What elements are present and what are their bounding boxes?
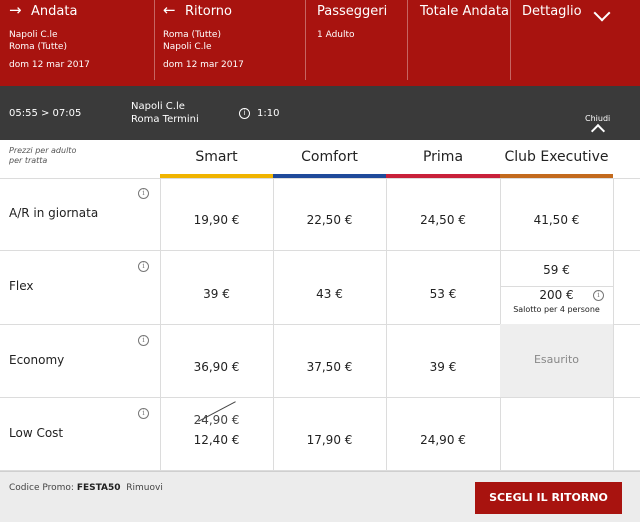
price-cell[interactable]: 36,90 € (160, 360, 273, 374)
train-times: 05:55 > 07:05 (9, 108, 82, 119)
andata-section[interactable]: → Andata Napoli C.le Roma (Tutte) dom 12… (0, 0, 154, 80)
passeggeri-section[interactable]: Passeggeri 1 Adulto (306, 0, 407, 80)
train-summary-bar: 05:55 > 07:05 Napoli C.le Roma Termini 1… (0, 86, 640, 140)
price-note-line1: Prezzi per adulto (9, 146, 77, 155)
price-cell[interactable]: 41,50 € (500, 213, 613, 227)
col-divider (613, 178, 614, 471)
row-label-flex: Flex (9, 279, 34, 293)
close-label[interactable]: Chiudi (585, 114, 610, 123)
ritorno-section[interactable]: ← Ritorno Roma (Tutte) Napoli C.le dom 1… (155, 0, 305, 80)
passeggeri-title: Passeggeri (317, 4, 388, 19)
old-price: 24,90 € (193, 413, 240, 427)
price-cell[interactable]: 17,90 € (273, 433, 386, 447)
info-icon[interactable]: i (138, 335, 149, 346)
ritorno-date: dom 12 mar 2017 (163, 60, 244, 70)
arrow-left-icon: ← (163, 1, 176, 19)
column-smart[interactable]: Smart (160, 140, 273, 174)
price-cell[interactable]: 24,90 € (386, 433, 500, 447)
arrow-right-icon: → (9, 1, 22, 19)
row-label-low-cost: Low Cost (9, 426, 64, 440)
scegli-ritorno-button[interactable]: SCEGLI IL RITORNO (475, 482, 622, 514)
price-cell[interactable]: 43 € (273, 287, 386, 301)
info-icon[interactable]: i (593, 290, 604, 301)
train-duration: 1:10 (257, 108, 280, 119)
andata-to: Roma (Tutte) (9, 42, 67, 52)
price-cell[interactable]: 37,50 € (273, 360, 386, 374)
column-comfort[interactable]: Comfort (273, 140, 386, 174)
price-note-line2: per tratta (9, 156, 48, 165)
totale-title: Totale Andata (420, 4, 509, 19)
price-cell[interactable]: 59 € (500, 263, 613, 277)
column-club-executive[interactable]: Club Executive (500, 140, 613, 174)
remove-promo-link[interactable]: Rimuovi (126, 483, 163, 493)
row-label-economy: Economy (9, 353, 65, 367)
row-divider (0, 178, 640, 179)
row-label-ar-giornata: A/R in giornata (9, 206, 99, 220)
row-divider (0, 250, 640, 251)
promo-code: FESTA50 (76, 483, 121, 493)
info-icon[interactable]: i (138, 188, 149, 199)
info-icon[interactable]: i (138, 261, 149, 272)
column-prima[interactable]: Prima (386, 140, 500, 174)
price-cell[interactable]: 39 € (386, 360, 500, 374)
price-cell[interactable]: 53 € (386, 287, 500, 301)
price-cell[interactable]: 39 € (160, 287, 273, 301)
journey-header: → Andata Napoli C.le Roma (Tutte) dom 12… (0, 0, 640, 86)
ritorno-to: Napoli C.le (163, 42, 212, 52)
info-icon[interactable]: i (138, 408, 149, 419)
salotto-note: Salotto per 4 persone (513, 305, 600, 314)
cell-divider (500, 286, 613, 287)
train-from: Napoli C.le (131, 101, 185, 112)
ritorno-title: Ritorno (185, 4, 233, 19)
dettaglio-title: Dettaglio (522, 4, 582, 19)
promo-code-row: Codice Promo: FESTA50 Rimuovi (9, 483, 163, 493)
price-note: Prezzi per adulto per tratta (9, 146, 76, 166)
price-cell[interactable]: 12,40 € (160, 433, 273, 447)
sold-out-label: Esaurito (533, 353, 579, 366)
row-divider (0, 397, 640, 398)
totale-section: Totale Andata (408, 0, 510, 80)
ritorno-from: Roma (Tutte) (163, 30, 221, 40)
price-cell[interactable]: 24,50 € (386, 213, 500, 227)
price-cell[interactable]: 19,90 € (160, 213, 273, 227)
info-icon: i (239, 108, 250, 119)
andata-title: Andata (31, 4, 78, 19)
dettaglio-section[interactable]: Dettaglio (511, 0, 640, 80)
passeggeri-value: 1 Adulto (317, 30, 355, 40)
promo-label: Codice Promo: (9, 483, 74, 493)
andata-from: Napoli C.le (9, 30, 58, 40)
train-to: Roma Termini (131, 114, 199, 125)
andata-date: dom 12 mar 2017 (9, 60, 90, 70)
price-cell[interactable]: 22,50 € (273, 213, 386, 227)
